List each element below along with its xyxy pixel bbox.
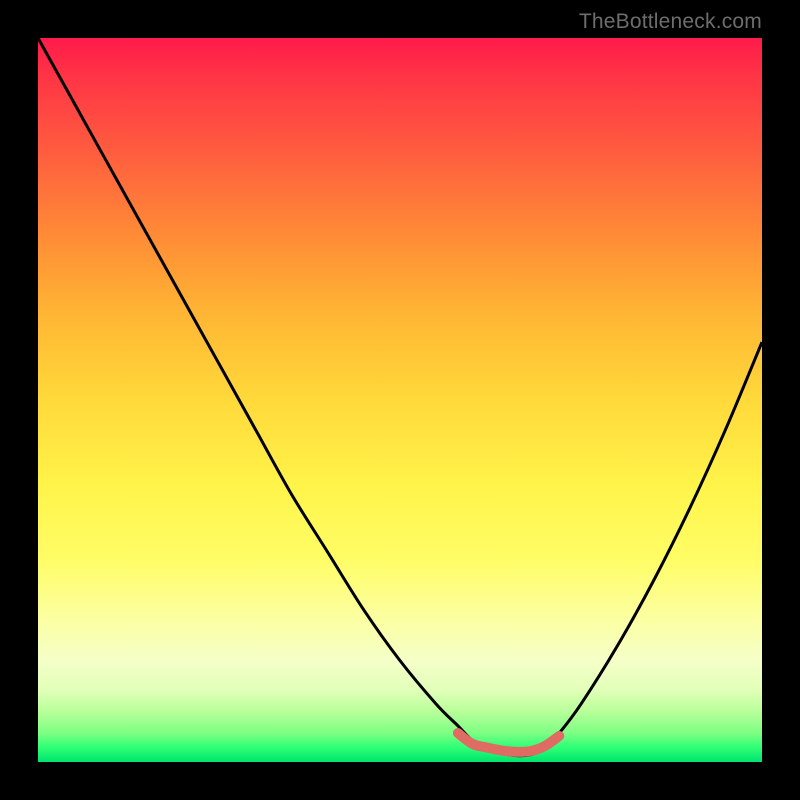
highlight-segment — [458, 733, 559, 752]
plot-area — [38, 38, 762, 762]
attribution-text: TheBottleneck.com — [579, 10, 762, 34]
bottleneck-curve — [38, 38, 762, 756]
chart-frame: TheBottleneck.com — [0, 0, 800, 800]
curve-svg — [38, 38, 762, 762]
